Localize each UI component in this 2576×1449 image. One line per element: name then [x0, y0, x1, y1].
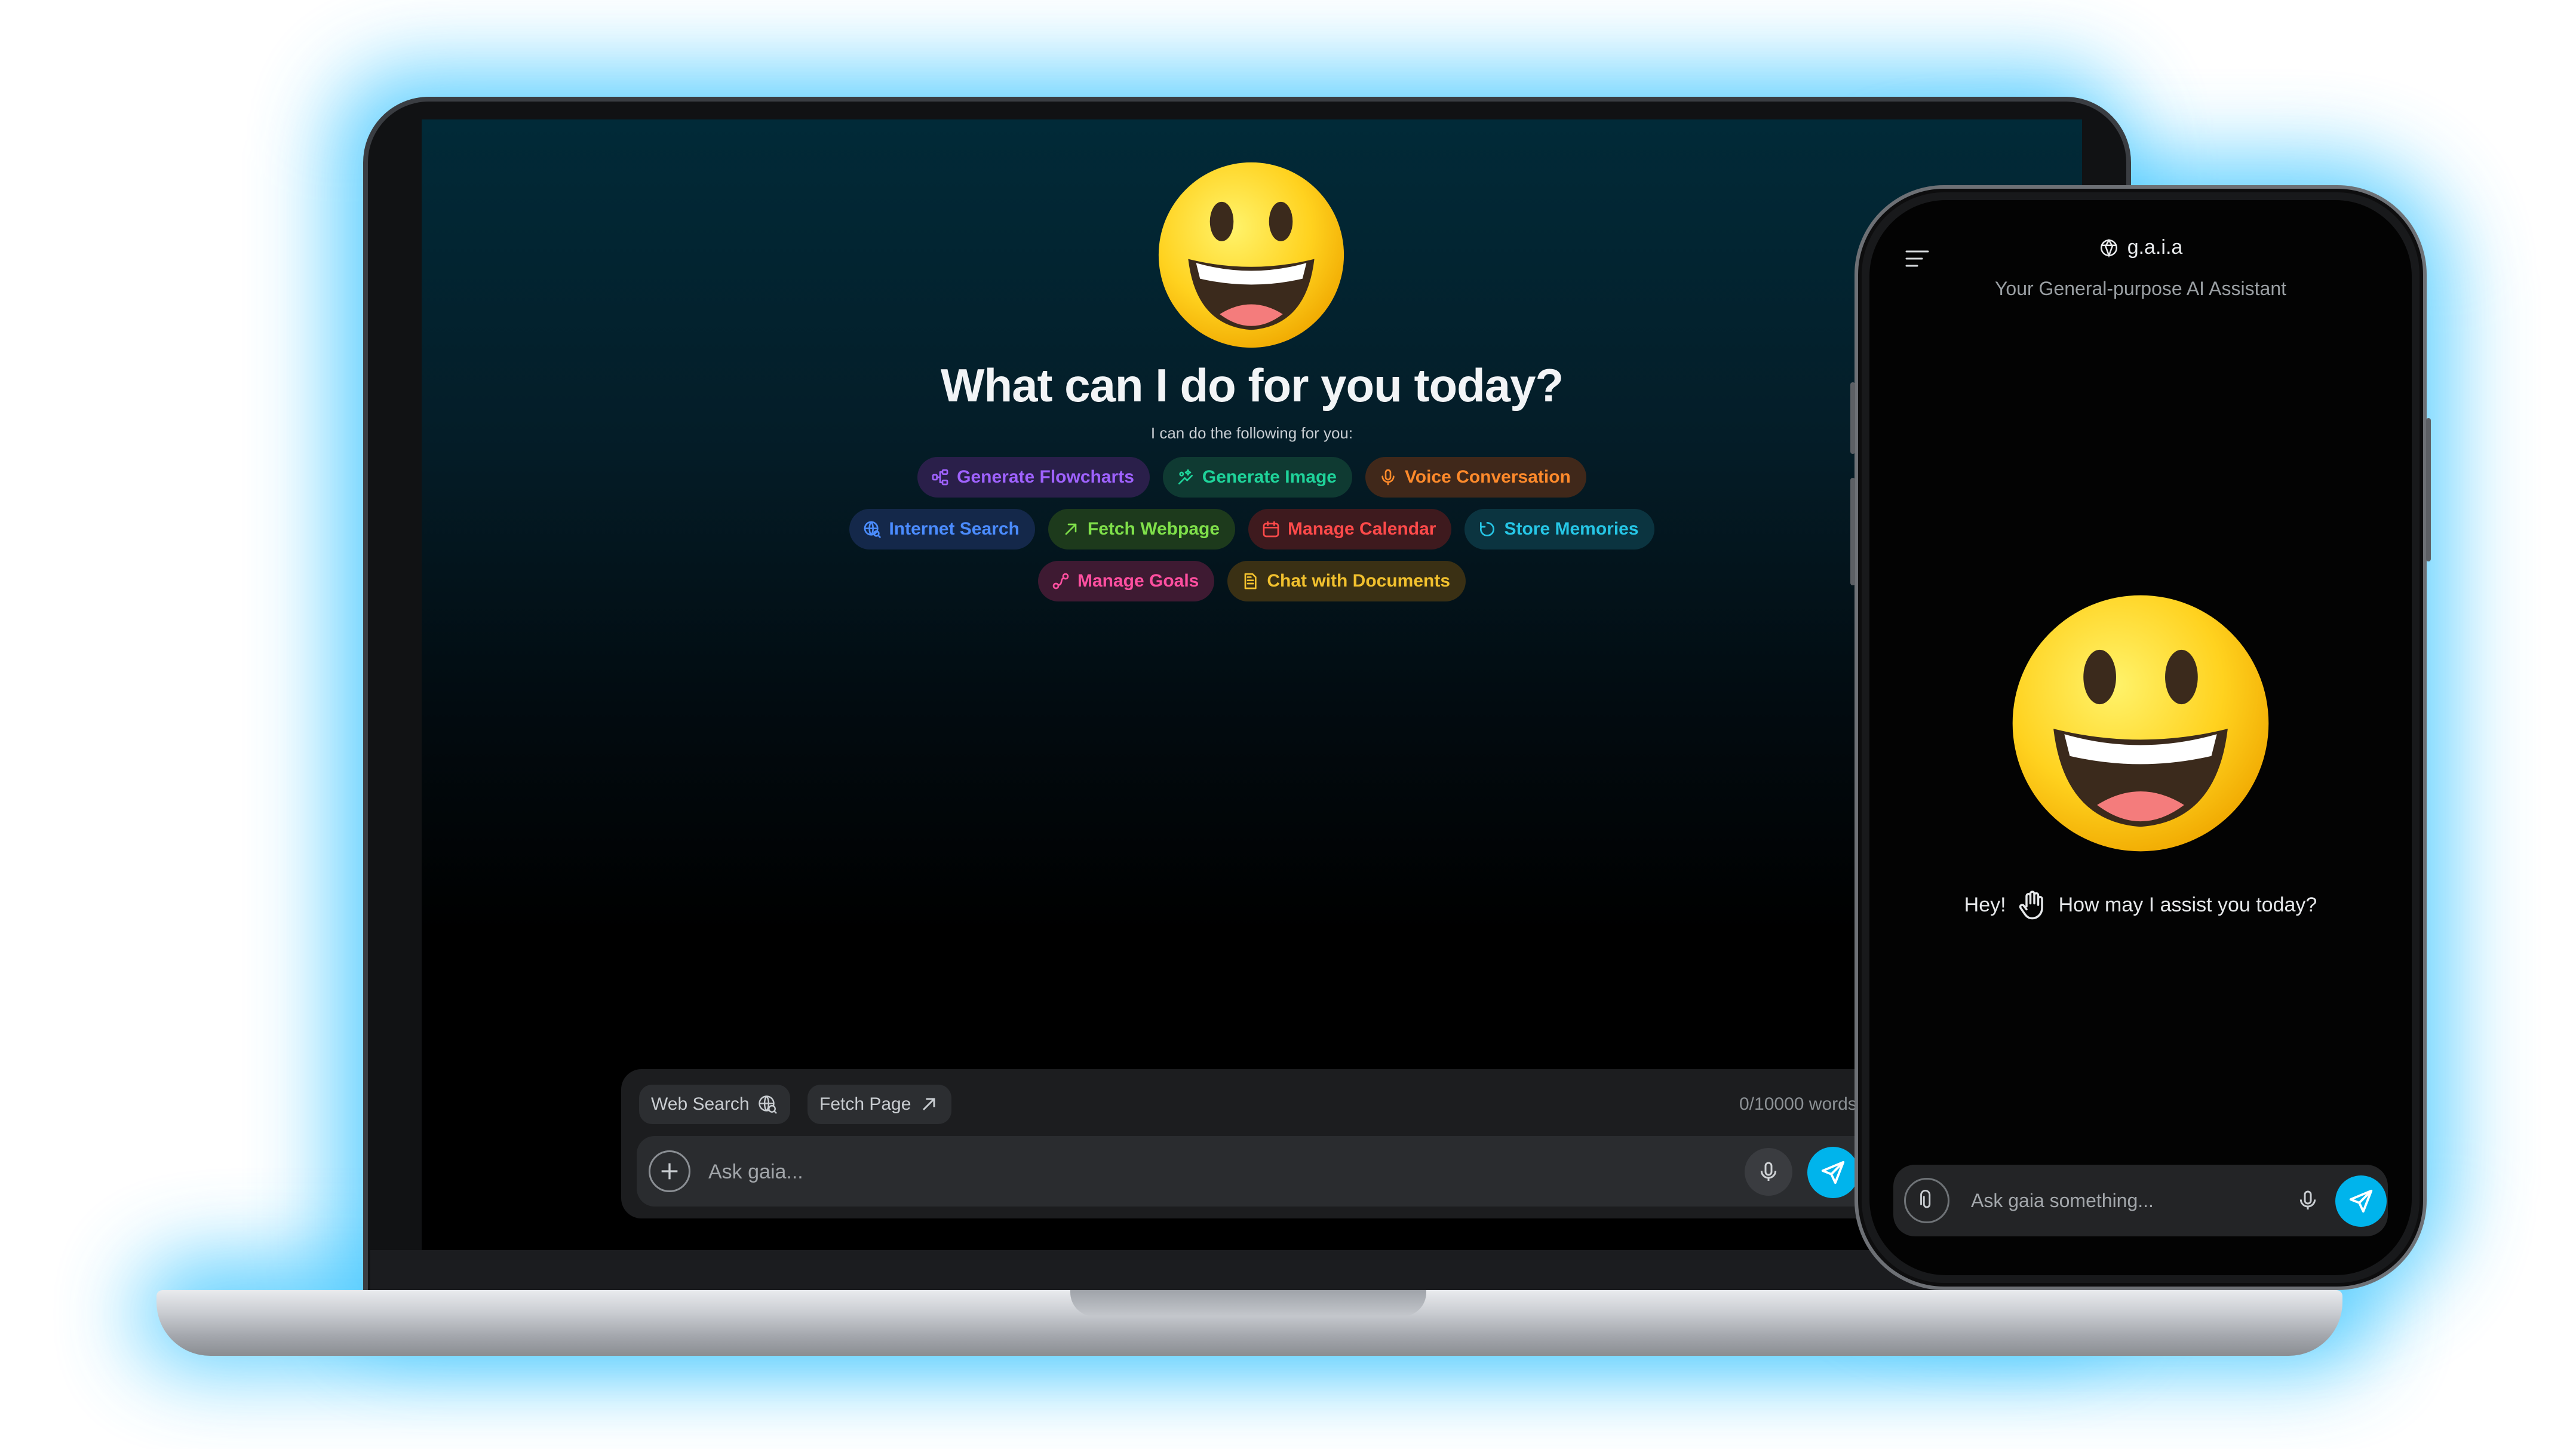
send-icon	[1821, 1161, 1845, 1184]
goal-icon	[1052, 573, 1069, 590]
paperclip-icon	[1920, 1190, 1931, 1208]
microphone-icon	[2299, 1190, 2316, 1209]
page-title: What can I do for you today?	[940, 359, 1564, 412]
send-icon	[2349, 1189, 2373, 1213]
phone-side-button	[1850, 478, 1855, 585]
phone-composer	[1893, 1165, 2388, 1236]
chat-input[interactable]	[708, 1154, 1694, 1190]
phone-voice-button[interactable]	[2288, 1180, 2328, 1221]
globe-search-icon	[758, 1095, 777, 1114]
capability-chip[interactable]: Voice Conversation	[1365, 457, 1586, 498]
flowchart-icon	[932, 469, 948, 486]
web-search-button[interactable]: Web Search	[639, 1085, 790, 1124]
greeting-hey: Hey!	[1964, 893, 2006, 916]
arrow-up-right-icon	[923, 1098, 935, 1111]
smiley-emoji-icon	[2012, 595, 2269, 852]
capability-chip[interactable]: Manage Goals	[1037, 561, 1215, 601]
app-tagline: Your General-purpose AI Assistant	[1995, 278, 2286, 299]
brand-name: g.a.i.a	[2127, 236, 2183, 259]
phone-send-button[interactable]	[2335, 1175, 2387, 1227]
capability-label: Generate Flowcharts	[957, 467, 1134, 487]
capability-label: Generate Image	[1202, 467, 1337, 487]
phone-chat-input[interactable]	[1971, 1183, 2282, 1218]
capability-row: Internet Search Fetch Webpage Manage Calen…	[422, 509, 2082, 549]
voice-input-button[interactable]	[1745, 1148, 1792, 1196]
capability-row: Manage Goals Chat with Documents	[422, 561, 2082, 601]
capability-label: Voice Conversation	[1405, 467, 1571, 487]
capabilities-subtitle: I can do the following for you:	[1150, 424, 1353, 442]
plus-icon	[661, 1163, 678, 1180]
logo-icon	[2100, 238, 2117, 257]
document-icon	[1245, 573, 1257, 590]
capability-chip[interactable]: Fetch Webpage	[1048, 509, 1236, 549]
capability-label: Store Memories	[1504, 519, 1639, 539]
greeting: Hey! How may I assist you today?	[1869, 887, 2412, 923]
laptop-screen: What can I do for you today? I can do th…	[422, 119, 2082, 1250]
app-brand: g.a.i.a	[1869, 236, 2412, 259]
attach-button[interactable]	[1904, 1178, 1949, 1223]
greeting-question: How may I assist you today?	[2058, 893, 2317, 916]
web-search-label: Web Search	[651, 1094, 750, 1114]
capability-chip[interactable]: Store Memories	[1464, 509, 1654, 549]
capability-label: Internet Search	[889, 519, 1020, 539]
capability-chip[interactable]: Generate Flowcharts	[917, 457, 1150, 498]
fetch-page-button[interactable]: Fetch Page	[808, 1085, 952, 1124]
smiley-emoji-icon	[1158, 162, 1344, 348]
capability-label: Manage Calendar	[1288, 519, 1436, 539]
capability-chip[interactable]: Internet Search	[849, 509, 1035, 549]
capability-chip[interactable]: Chat with Documents	[1227, 561, 1466, 601]
phone-screen: g.a.i.a Your General-purpose AI Assistan…	[1869, 200, 2412, 1275]
waving-hand-icon	[2019, 891, 2043, 920]
word-count: 0/10000 words	[1739, 1094, 1857, 1114]
image-sparkle-icon	[1178, 469, 1193, 484]
capability-label: Chat with Documents	[1267, 571, 1451, 591]
microphone-icon	[1381, 469, 1395, 486]
capability-row: Generate Flowcharts Generate Image Voice C…	[422, 457, 2082, 498]
phone-side-button	[2426, 418, 2431, 561]
phone-side-button	[1850, 382, 1855, 454]
capability-label: Fetch Webpage	[1087, 519, 1220, 539]
calendar-icon	[1263, 521, 1279, 538]
capability-chip[interactable]: Manage Calendar	[1248, 509, 1452, 549]
add-attachment-button[interactable]	[649, 1150, 690, 1192]
microphone-icon	[1760, 1162, 1777, 1181]
memory-icon	[1480, 522, 1495, 536]
fetch-page-label: Fetch Page	[819, 1094, 911, 1114]
globe-search-icon	[864, 521, 882, 538]
capability-chip[interactable]: Generate Image	[1162, 457, 1352, 498]
laptop-notch	[1070, 1290, 1426, 1316]
capability-label: Manage Goals	[1077, 571, 1199, 591]
send-button[interactable]	[1807, 1147, 1859, 1198]
arrow-up-right-icon	[1065, 523, 1077, 535]
